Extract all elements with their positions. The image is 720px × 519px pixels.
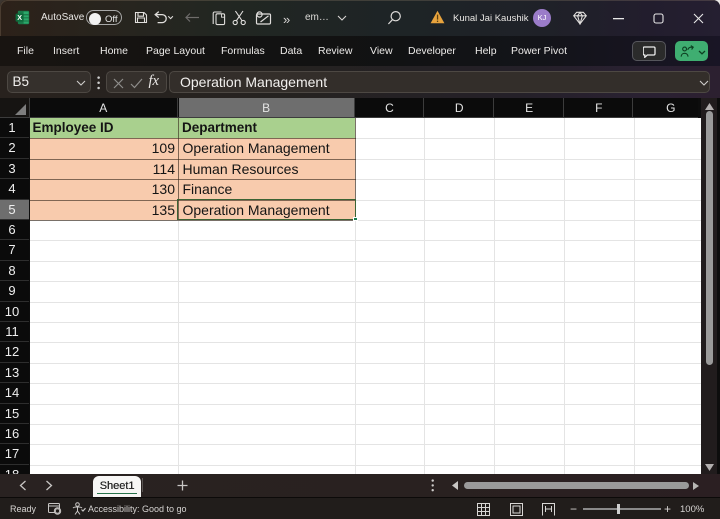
svg-text:X: X (17, 13, 22, 22)
